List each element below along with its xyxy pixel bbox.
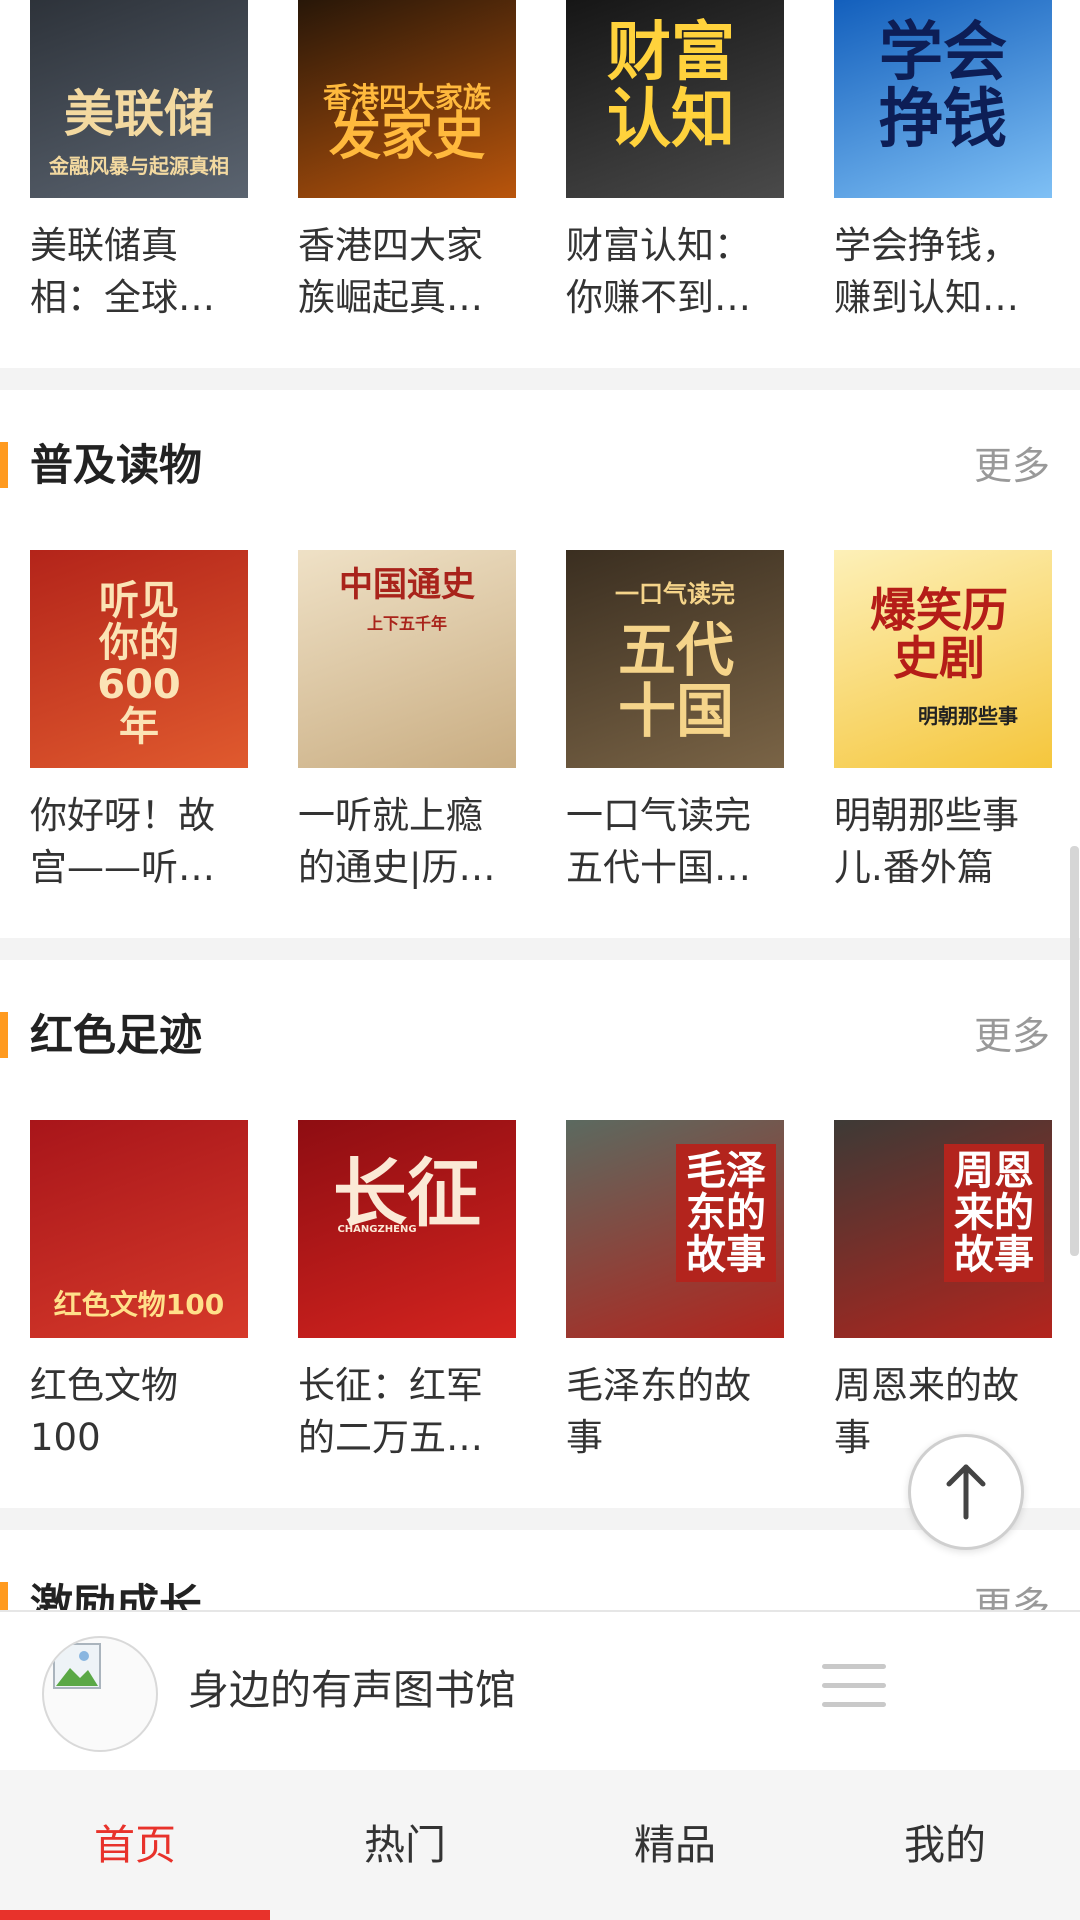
book-card[interactable]: 周恩来的故事 周恩来的故事 [834,1120,1052,1464]
cover-title: 美联储 [64,85,214,143]
book-cover[interactable]: 一口气读完 五代十国 [566,550,784,768]
cover-subtitle: 明朝那些事 [918,704,1018,728]
book-title: 香港四大家族崛起真… [298,224,483,319]
book-cover[interactable]: 周恩来的故事 [834,1120,1052,1338]
cover-title: 五代十国 [617,616,734,745]
book-cover[interactable]: 长征 CHANGZHENG [298,1120,516,1338]
section-title: 激励成长 [30,1581,202,1610]
book-title: 红色文物100 [30,1364,178,1459]
book-title: 一口气读完五代十国… [566,794,751,889]
section-title: 红色足迹 [30,1011,202,1061]
cover-subtitle: 上下五千年 [366,614,447,633]
book-card[interactable]: 中国通史 上下五千年 一听就上瘾的通史|历… [298,550,516,894]
more-link[interactable]: 更多 [974,1006,1050,1066]
section-divider [0,938,1080,960]
book-title: 学会挣钱，赚到认知… [834,224,1019,319]
broken-image-icon [53,1643,101,1689]
section-title: 普及读物 [30,441,202,491]
book-card[interactable]: 红色文物100 红色文物100 [30,1120,248,1464]
book-cover[interactable]: 爆笑历史剧 明朝那些事 [834,550,1052,768]
tab-premium[interactable]: 精品 [540,1770,810,1920]
cover-title: 中国通史 [339,565,475,605]
book-card[interactable]: 长征 CHANGZHENG 长征：红军的二万五… [298,1120,516,1464]
scrollbar-thumb[interactable] [1070,846,1079,1256]
tab-mine[interactable]: 我的 [810,1770,1080,1920]
book-cover[interactable]: 听见你的600年 [30,550,248,768]
cover-subtitle: 一口气读完 [615,580,735,608]
tab-home[interactable]: 首页 [0,1770,270,1920]
section-header-popular-reading: 普及读物 更多 [0,436,1080,496]
book-cover[interactable]: 香港四大家族 发家史 [298,0,516,198]
content-scroll-area[interactable]: 美联储 金融风暴与起源真相 美联储真相：全球… 香港四大家族 发家史 香港四大家… [0,0,1080,1610]
book-cover[interactable]: 美联储 金融风暴与起源真相 [30,0,248,198]
book-title: 明朝那些事儿.番外篇 [834,794,1019,889]
book-card[interactable]: 香港四大家族 发家史 香港四大家族崛起真… [298,0,516,324]
cover-subtitle: CHANGZHENG [337,1224,417,1235]
cover-title: 听见你的600年 [97,578,181,750]
section-accent-bar [0,1582,8,1610]
book-title: 一听就上瘾的通史|历… [298,794,496,889]
playlist-icon[interactable] [822,1664,886,1720]
book-title: 美联储真相：全球… [30,224,215,319]
cover-title: 毛泽东的故事 [676,1144,776,1282]
cover-title: 发家史 [328,107,485,167]
book-title: 长征：红军的二万五… [298,1364,483,1459]
book-title: 财富认知：你赚不到… [566,224,751,319]
player-cover-art[interactable] [42,1636,158,1752]
section-accent-bar [0,1012,8,1058]
book-card[interactable]: 一口气读完 五代十国 一口气读完五代十国… [566,550,784,894]
tab-hot[interactable]: 热门 [270,1770,540,1920]
more-link[interactable]: 更多 [974,1576,1050,1610]
section-header-red-footprints: 红色足迹 更多 [0,1006,1080,1066]
more-link[interactable]: 更多 [974,436,1050,496]
player-title: 身边的有声图书馆 [188,1666,516,1714]
book-cover[interactable]: 红色文物100 [30,1120,248,1338]
book-title: 毛泽东的故事 [566,1364,751,1459]
book-card[interactable]: 美联储 金融风暴与起源真相 美联储真相：全球… [30,0,248,324]
book-card[interactable]: 学会挣钱 学会挣钱，赚到认知… [834,0,1052,324]
cover-subtitle: 金融风暴与起源真相 [49,154,229,178]
mini-player[interactable]: 身边的有声图书馆 [0,1610,1080,1772]
active-tab-indicator [0,1910,270,1920]
book-cover[interactable]: 中国通史 上下五千年 [298,550,516,768]
book-cover[interactable]: 学会挣钱 [834,0,1052,198]
bottom-tab-bar: 首页 热门 精品 我的 [0,1770,1080,1920]
back-to-top-button[interactable] [908,1434,1024,1550]
cover-title: 周恩来的故事 [944,1144,1044,1282]
cover-title: 爆笑历史剧 [870,583,1008,686]
book-card[interactable]: 爆笑历史剧 明朝那些事 明朝那些事儿.番外篇 [834,550,1052,894]
cover-title: 红色文物100 [53,1288,225,1321]
book-card[interactable]: 听见你的600年 你好呀！故宫——听… [30,550,248,894]
book-cover[interactable]: 毛泽东的故事 [566,1120,784,1338]
book-cover[interactable]: 财富认知 [566,0,784,198]
book-card[interactable]: 财富认知 财富认知：你赚不到… [566,0,784,324]
book-title: 你好呀！故宫——听… [30,794,215,889]
cover-title: 财富认知 [607,16,735,158]
cover-title: 学会挣钱 [879,16,1007,158]
section-header-motivation: 激励成长 更多 [0,1576,1080,1610]
section-accent-bar [0,442,8,488]
cover-title: 长征 [333,1151,481,1237]
section-divider [0,368,1080,390]
book-card[interactable]: 毛泽东的故事 毛泽东的故事 [566,1120,784,1464]
arrow-up-icon [946,1464,986,1520]
